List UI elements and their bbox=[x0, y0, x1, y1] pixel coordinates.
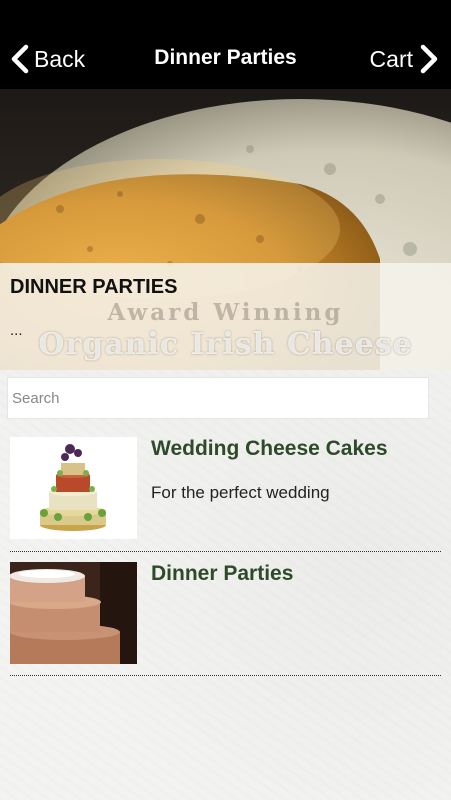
organic-irish-cheese-logo-text: Organic Irish Cheese bbox=[38, 327, 413, 362]
search-placeholder: Search bbox=[12, 389, 60, 407]
wedding-cake-thumbnail bbox=[10, 437, 137, 539]
chevron-right-icon bbox=[419, 44, 439, 74]
item-title: Dinner Parties bbox=[151, 562, 294, 585]
award-winning-logo-text: Award Winning bbox=[107, 299, 344, 326]
item-title: Wedding Cheese Cakes bbox=[151, 437, 388, 460]
search-input[interactable]: Search bbox=[7, 377, 429, 419]
section-subtext: ... bbox=[10, 322, 23, 339]
section-heading: DINNER PARTIES bbox=[10, 276, 178, 298]
list-item[interactable]: Wedding Cheese Cakes For the perfect wed… bbox=[10, 437, 441, 552]
list-item[interactable]: Dinner Parties bbox=[10, 562, 441, 676]
cart-label: Cart bbox=[369, 45, 413, 72]
cart-button[interactable]: Cart bbox=[370, 42, 439, 76]
navigation-bar: Back Dinner Parties Cart bbox=[0, 0, 451, 89]
item-description: For the perfect wedding bbox=[151, 483, 330, 502]
dinner-party-cheese-thumbnail bbox=[10, 562, 137, 664]
